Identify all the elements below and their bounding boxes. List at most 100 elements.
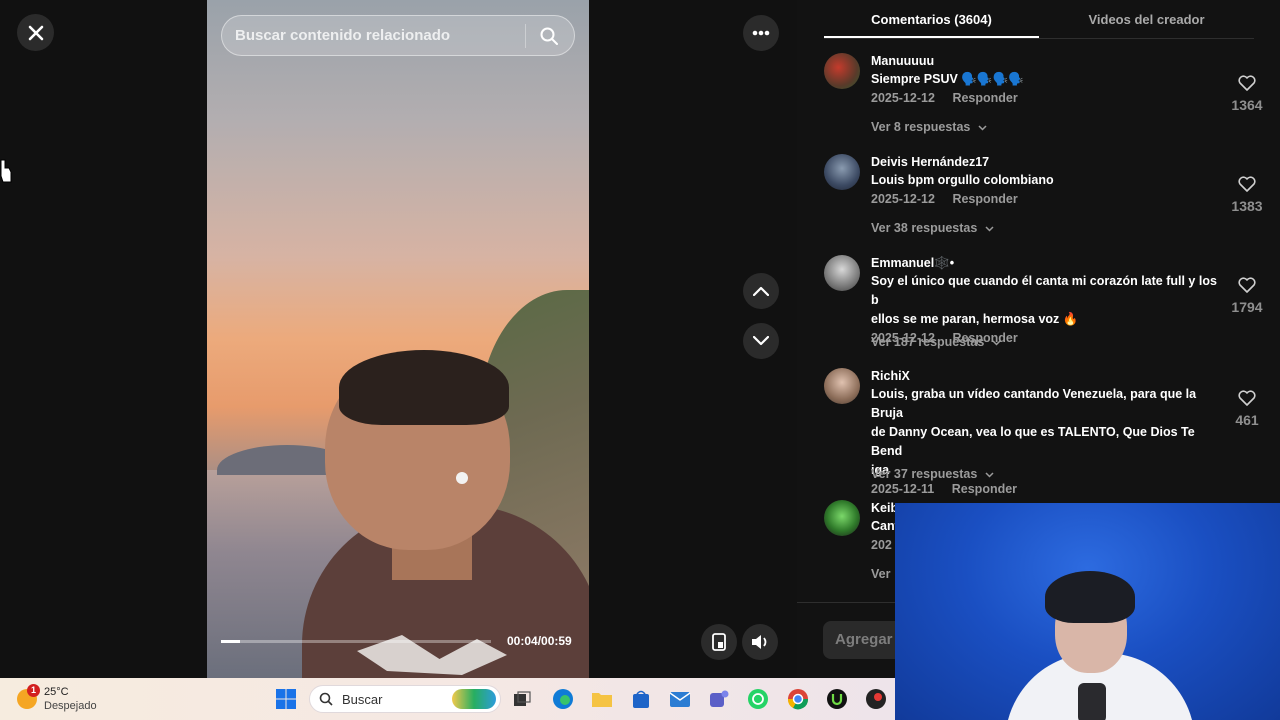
- view-replies-button[interactable]: Ver 37 respuestas: [871, 467, 994, 481]
- comment-username[interactable]: RichiX: [871, 368, 1219, 385]
- comment-body: Manuuuuu Siempre PSUV 🗣️🗣️🗣️🗣️ 2025-12-1…: [871, 53, 1219, 108]
- related-search-input[interactable]: [235, 27, 525, 44]
- store-button[interactable]: [629, 687, 653, 711]
- view-replies-label: Ver 38 respuestas: [871, 221, 978, 235]
- chrome-icon: [787, 689, 809, 710]
- outlook-button[interactable]: [668, 687, 692, 711]
- comment-text-line2: de Danny Ocean, vea lo que es TALENTO, Q…: [871, 425, 1195, 458]
- comment-username[interactable]: Manuuuuu: [871, 53, 1219, 70]
- view-replies-button[interactable]: Ver 8 respuestas: [871, 120, 987, 134]
- taskbar-search-label: Buscar: [342, 691, 383, 707]
- tab-comments[interactable]: Comentarios (3604): [824, 0, 1039, 38]
- panel-tabs: Comentarios (3604) Videos del creador: [824, 0, 1254, 38]
- task-view-button[interactable]: [510, 687, 534, 711]
- weather-badge: 1: [27, 684, 40, 697]
- view-replies-button[interactable]: Ver 38 respuestas: [871, 221, 994, 235]
- chevron-down-icon: [992, 340, 1001, 346]
- search-icon: [319, 692, 333, 706]
- related-search-box[interactable]: [221, 15, 575, 56]
- chevron-down-icon: [978, 125, 987, 131]
- tab-creator-videos[interactable]: Videos del creador: [1039, 0, 1254, 38]
- teams-button[interactable]: [707, 687, 731, 711]
- avatar[interactable]: [824, 255, 860, 291]
- like-button[interactable]: 1794: [1225, 277, 1269, 315]
- windows-logo-icon: [276, 689, 296, 709]
- pip-button[interactable]: [701, 624, 737, 660]
- view-replies-label: Ver 37 respuestas: [871, 467, 978, 481]
- file-explorer-button[interactable]: [590, 687, 614, 711]
- task-view-icon: [514, 691, 531, 706]
- edge-icon: [553, 689, 573, 709]
- earring: [456, 472, 468, 484]
- reply-button[interactable]: Responder: [952, 482, 1017, 496]
- heart-icon: [1238, 390, 1256, 406]
- weather-widget[interactable]: 1 25°C Despejado: [17, 684, 127, 714]
- teams-icon: [710, 690, 729, 707]
- like-count: 1383: [1231, 198, 1263, 214]
- app-icon: [866, 689, 886, 709]
- comment-input-divider: [797, 602, 895, 603]
- upwork-button[interactable]: [825, 687, 849, 711]
- previous-video-button[interactable]: [743, 273, 779, 309]
- app-button[interactable]: [864, 687, 888, 711]
- chevron-down-icon: [985, 226, 994, 232]
- comment-username[interactable]: Emmanuel🕸️•: [871, 255, 1219, 272]
- next-video-button[interactable]: [743, 323, 779, 359]
- more-options-button[interactable]: [743, 15, 779, 51]
- like-button[interactable]: 1383: [1225, 176, 1269, 214]
- more-icon: [752, 30, 770, 36]
- close-button[interactable]: [17, 14, 54, 51]
- search-button[interactable]: [526, 15, 571, 56]
- like-button[interactable]: 461: [1225, 390, 1269, 428]
- comment-text-line2: ellos se me paran, hermosa voz 🔥: [871, 312, 1079, 326]
- comment-date: 2025-12-12: [871, 192, 935, 206]
- edge-button[interactable]: [551, 687, 575, 711]
- comment-username[interactable]: Deivis Hernández17: [871, 154, 1219, 171]
- person-hair: [339, 350, 509, 425]
- comment-text: Louis, graba un vídeo cantando Venezuela…: [871, 387, 1197, 420]
- avatar[interactable]: [824, 154, 860, 190]
- video-progress-fill: [221, 640, 240, 643]
- folder-icon: [592, 693, 612, 707]
- comment-date: 2025-12-12: [871, 91, 935, 105]
- avatar[interactable]: [824, 368, 860, 404]
- like-count: 1794: [1231, 299, 1263, 315]
- start-button[interactable]: [274, 687, 298, 711]
- taskbar-search[interactable]: Buscar: [309, 685, 501, 713]
- volume-icon: [752, 635, 767, 649]
- chrome-button[interactable]: [786, 687, 810, 711]
- video-progress-bar[interactable]: [221, 640, 491, 643]
- tabs-divider: [824, 38, 1254, 39]
- heart-icon: [1238, 75, 1256, 91]
- comment-text: Siempre PSUV 🗣️🗣️🗣️🗣️: [871, 72, 1024, 86]
- chevron-up-icon: [753, 286, 769, 296]
- like-count: 461: [1235, 412, 1259, 428]
- webcam-person-hair: [1045, 571, 1135, 623]
- view-replies-button[interactable]: Ver 187 respuestas: [871, 335, 1001, 349]
- chevron-down-icon: [753, 336, 769, 346]
- upwork-icon: [827, 689, 847, 709]
- video-timecode: 00:04/00:59: [507, 634, 572, 648]
- view-replies-button[interactable]: Ver: [871, 567, 890, 581]
- comment-body: Deivis Hernández17 Louis bpm orgullo col…: [871, 154, 1219, 209]
- volume-button[interactable]: [742, 624, 778, 660]
- like-button[interactable]: 1364: [1225, 75, 1269, 113]
- video-frame[interactable]: [207, 0, 589, 678]
- webcam-overlay: [895, 503, 1280, 720]
- like-count: 1364: [1231, 97, 1263, 113]
- chevron-down-icon: [985, 472, 994, 478]
- heart-icon: [1238, 277, 1256, 293]
- microphone: [1078, 683, 1106, 720]
- hand-cursor-icon: [0, 159, 12, 183]
- reply-button[interactable]: Responder: [952, 192, 1017, 206]
- weather-condition: Despejado: [44, 700, 97, 712]
- avatar[interactable]: [824, 500, 860, 536]
- avatar[interactable]: [824, 53, 860, 89]
- whatsapp-button[interactable]: [746, 687, 770, 711]
- pip-icon: [712, 633, 726, 651]
- comment-text: Louis bpm orgullo colombiano: [871, 173, 1054, 187]
- weather-temperature: 25°C: [44, 686, 69, 698]
- comment-meta: 2025-12-12 Responder: [871, 89, 1219, 108]
- reply-button[interactable]: Responder: [952, 91, 1017, 105]
- windows-taskbar: 1 25°C Despejado Buscar: [0, 678, 895, 720]
